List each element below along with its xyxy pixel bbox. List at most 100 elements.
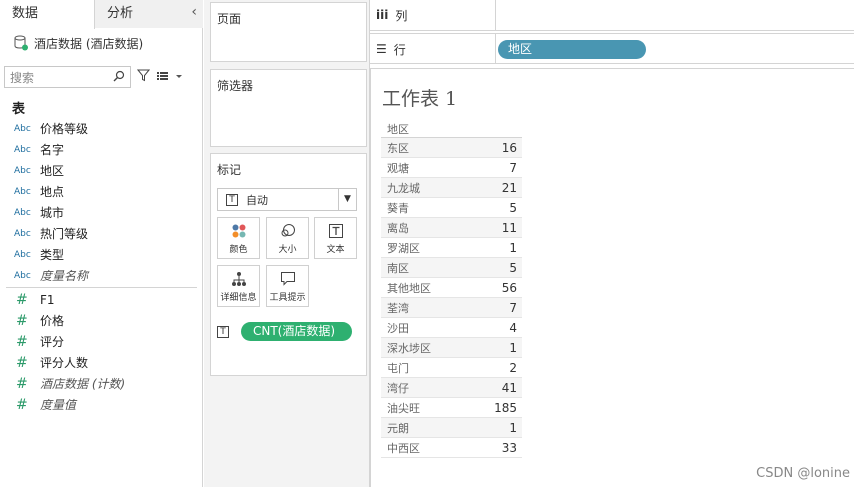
pages-card[interactable]: 页面 bbox=[210, 2, 367, 62]
string-type-icon: Abc bbox=[14, 249, 31, 260]
field-item[interactable]: Abc 地点 bbox=[0, 181, 203, 202]
color-button[interactable]: 颜色 bbox=[217, 217, 260, 259]
size-icon bbox=[280, 222, 296, 240]
table-row[interactable]: 屯门 2 bbox=[381, 358, 522, 378]
table-row[interactable]: 罗湖区 1 bbox=[381, 238, 522, 258]
database-icon bbox=[14, 35, 28, 51]
measure-item[interactable]: # 价格 bbox=[0, 310, 203, 331]
tooltip-label: 工具提示 bbox=[269, 292, 306, 303]
measure-item[interactable]: # 评分 bbox=[0, 331, 203, 352]
number-type-icon: # bbox=[16, 312, 28, 329]
text-button[interactable]: 文本 bbox=[314, 217, 357, 259]
table-row[interactable]: 东区 16 bbox=[381, 138, 522, 158]
detail-icon bbox=[231, 270, 247, 288]
rows-shelf[interactable]: ☰ 行 地区 bbox=[370, 33, 854, 64]
field-item[interactable]: Abc 热门等级 bbox=[0, 223, 203, 244]
table-row[interactable]: 离岛 11 bbox=[381, 218, 522, 238]
chevron-down-icon: ▼ bbox=[338, 189, 356, 210]
pages-card-title: 页面 bbox=[217, 12, 242, 26]
crosstab-table: 地区 东区 16 观塘 7 九龙城 21 葵青 5 离岛 11 罗湖区 1 南区 5 其他地区… bbox=[381, 121, 522, 458]
mark-type-value: 自动 bbox=[246, 193, 268, 207]
list-view-icon[interactable] bbox=[156, 70, 184, 85]
table-row[interactable]: 九龙城 21 bbox=[381, 178, 522, 198]
color-label: 颜色 bbox=[229, 244, 248, 255]
table-row[interactable]: 南区 5 bbox=[381, 258, 522, 278]
filters-card-title: 筛选器 bbox=[217, 79, 254, 93]
string-type-icon: Abc bbox=[14, 228, 31, 239]
search-row: 搜索 bbox=[4, 66, 199, 88]
field-item[interactable]: Abc 地区 bbox=[0, 160, 203, 181]
string-type-icon: Abc bbox=[14, 186, 31, 197]
detail-button[interactable]: 详细信息 bbox=[217, 265, 260, 307]
field-item[interactable]: Abc 名字 bbox=[0, 139, 203, 160]
search-placeholder: 搜索 bbox=[10, 70, 35, 85]
rows-shelf-label: ☰ 行 bbox=[370, 34, 496, 64]
table-row[interactable]: 其他地区 56 bbox=[381, 278, 522, 298]
tooltip-button[interactable]: 工具提示 bbox=[266, 265, 309, 307]
cnt-measure-pill[interactable]: CNT(酒店数据) bbox=[241, 322, 352, 341]
color-icon bbox=[231, 222, 247, 240]
field-list: Abc 价格等级 Abc 名字 Abc 地区 Abc 地点 Abc 城市 Abc 热门等级 … bbox=[0, 118, 203, 415]
shelves-area: iii 列 ☰ 行 地区 bbox=[370, 0, 854, 66]
search-icon bbox=[113, 70, 125, 85]
tab-data[interactable]: 数据 bbox=[0, 0, 95, 29]
region-dimension-pill[interactable]: 地区 bbox=[498, 40, 646, 59]
string-type-icon: Abc bbox=[14, 165, 31, 176]
filters-card[interactable]: 筛选器 bbox=[210, 69, 367, 147]
table-row[interactable]: 葵青 5 bbox=[381, 198, 522, 218]
measure-item[interactable]: # 评分人数 bbox=[0, 352, 203, 373]
table-row[interactable]: 深水埗区 1 bbox=[381, 338, 522, 358]
table-row[interactable]: 沙田 4 bbox=[381, 318, 522, 338]
columns-shelf-label: iii 列 bbox=[370, 0, 496, 30]
search-input[interactable]: 搜索 bbox=[4, 66, 131, 88]
tooltip-icon bbox=[280, 270, 296, 288]
table-section-title: 表 bbox=[12, 102, 26, 117]
columns-shelf[interactable]: iii 列 bbox=[370, 0, 854, 31]
worksheet-title[interactable]: 工作表 1 bbox=[382, 84, 457, 111]
table-row[interactable]: 荃湾 7 bbox=[381, 298, 522, 318]
region-column-header[interactable]: 地区 bbox=[381, 121, 522, 138]
measure-item[interactable]: # F1 bbox=[0, 289, 203, 310]
number-type-icon: # bbox=[16, 291, 28, 308]
marks-card: 标记 T 自动 ▼ 颜色 大小 文本 详细信息 工具提示 T CNT(酒店数据) bbox=[210, 153, 367, 376]
filter-icon[interactable] bbox=[136, 69, 151, 85]
marks-card-title: 标记 bbox=[217, 163, 242, 177]
table-row[interactable]: 湾仔 41 bbox=[381, 378, 522, 398]
field-item[interactable]: Abc 价格等级 bbox=[0, 118, 203, 139]
number-type-icon: # bbox=[16, 375, 28, 392]
tab-analysis[interactable]: 分析 bbox=[95, 0, 203, 28]
datasource-item[interactable]: 酒店数据 (酒店数据) bbox=[14, 33, 143, 53]
text-encoding-icon: T bbox=[217, 325, 229, 338]
text-icon bbox=[328, 222, 343, 240]
measure-item[interactable]: # 酒店数据 (计数) bbox=[0, 373, 203, 394]
datasource-label: 酒店数据 (酒店数据) bbox=[34, 36, 144, 51]
number-type-icon: # bbox=[16, 354, 28, 371]
mark-type-dropdown[interactable]: T 自动 ▼ bbox=[217, 188, 357, 211]
string-type-icon: Abc bbox=[14, 207, 31, 218]
text-label: 文本 bbox=[326, 244, 345, 255]
collapse-pane-icon[interactable]: ‹ bbox=[191, 4, 197, 20]
marks-pill-row: T CNT(酒店数据) bbox=[217, 322, 352, 341]
dimension-measure-divider bbox=[6, 287, 197, 288]
pane-tabs: 数据 分析 ‹ bbox=[0, 0, 203, 29]
string-type-icon: Abc bbox=[14, 144, 31, 155]
text-mark-icon: T bbox=[226, 193, 238, 206]
string-type-icon: Abc bbox=[14, 270, 31, 281]
rows-icon: ☰ bbox=[376, 42, 387, 56]
worksheet-view: 工作表 1 地区 东区 16 观塘 7 九龙城 21 葵青 5 离岛 11 罗湖区 1 南区… bbox=[370, 68, 854, 487]
measure-item[interactable]: # 度量值 bbox=[0, 394, 203, 415]
field-item[interactable]: Abc 类型 bbox=[0, 244, 203, 265]
table-row[interactable]: 观塘 7 bbox=[381, 158, 522, 178]
data-pane: 数据 分析 ‹ 酒店数据 (酒店数据) 搜索 表 Abc 价格等级 Abc 名字… bbox=[0, 0, 203, 487]
table-row[interactable]: 元朗 1 bbox=[381, 418, 522, 438]
watermark: CSDN @lonine bbox=[756, 466, 850, 481]
size-button[interactable]: 大小 bbox=[266, 217, 309, 259]
cards-column: 页面 筛选器 标记 T 自动 ▼ 颜色 大小 文本 详细信息 工具提示 T CN… bbox=[204, 0, 370, 487]
string-type-icon: Abc bbox=[14, 123, 31, 134]
field-item[interactable]: Abc 度量名称 bbox=[0, 265, 203, 286]
crosstab-rows: 东区 16 观塘 7 九龙城 21 葵青 5 离岛 11 罗湖区 1 南区 5 其他地区 56 … bbox=[381, 138, 522, 458]
table-row[interactable]: 中西区 33 bbox=[381, 438, 522, 458]
table-row[interactable]: 油尖旺 185 bbox=[381, 398, 522, 418]
number-type-icon: # bbox=[16, 396, 28, 413]
field-item[interactable]: Abc 城市 bbox=[0, 202, 203, 223]
